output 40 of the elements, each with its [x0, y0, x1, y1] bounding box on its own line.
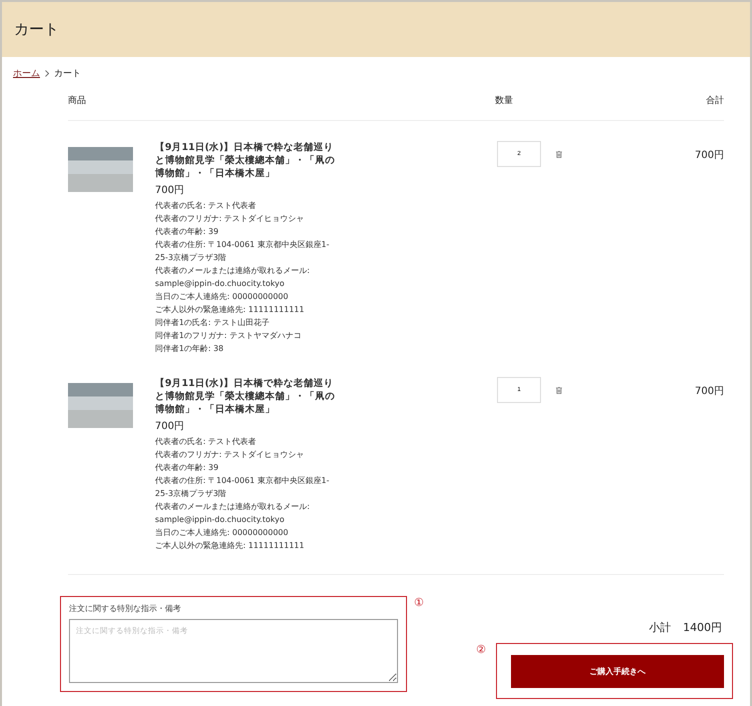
- subtotal-value: 1400円: [683, 620, 722, 635]
- annotation-marker: ①: [414, 596, 424, 611]
- product-detail: 代表者のフリガナ: テストダイヒョウシャ: [155, 213, 306, 225]
- trash-icon[interactable]: [556, 151, 562, 158]
- product-price: 700円: [155, 184, 186, 197]
- photo-placeholder: [68, 383, 133, 428]
- product-title: 【9月11日(水)】日本橋で粋な老舗巡りと博物館見学「榮太樓總本舗」・「凧の博物館」・「日本橋木屋」: [155, 141, 335, 180]
- photo-placeholder: [68, 147, 133, 192]
- page-title: カート: [14, 20, 59, 39]
- column-heading: 合計: [706, 94, 724, 106]
- product-detail: 代表者の住所: 〒104-0061 東京都中央区銀座1-25-3京橋プラザ3階: [155, 475, 330, 500]
- breadcrumb-current: カート: [54, 68, 81, 80]
- product-detail: 代表者の氏名: テスト代表者: [155, 436, 258, 448]
- product-detail: ご本人以外の緊急連絡先: 11111111111: [155, 540, 306, 552]
- product-detail: 当日のご本人連絡先: 00000000000: [155, 527, 290, 539]
- product-detail: 代表者の住所: 〒104-0061 東京都中央区銀座1-25-3京橋プラザ3階: [155, 239, 330, 264]
- breadcrumb-link[interactable]: ホーム: [13, 67, 40, 80]
- product-detail: 代表者の年齢: 39: [155, 226, 220, 238]
- product-detail: 代表者の氏名: テスト代表者: [155, 200, 258, 212]
- column-heading: 商品: [68, 94, 87, 106]
- product-detail: 代表者の年齢: 39: [155, 462, 220, 474]
- chevron-icon: [45, 70, 49, 77]
- annotation-marker: ②: [476, 643, 486, 656]
- product-detail: 代表者のメールまたは連絡が取れるメール: sample@ippin-do.chuocity.tokyo: [155, 265, 311, 290]
- product-price: 700円: [155, 420, 186, 433]
- checkout-button[interactable]: ご購入手続きへ: [511, 655, 724, 688]
- product-detail: 代表者のメールまたは連絡が取れるメール: sample@ippin-do.chuocity.tokyo: [155, 501, 311, 526]
- product-title: 【9月11日(水)】日本橋で粋な老舗巡りと博物館見学「榮太樓總本舗」・「凧の博物館」・「日本橋木屋」: [155, 377, 335, 416]
- product-detail: 同伴者1のフリガナ: テストヤマダハナコ: [155, 330, 302, 342]
- line-total: 700円: [694, 385, 724, 399]
- trash-icon[interactable]: [556, 387, 562, 394]
- product-detail: 同伴者1の年齢: 38: [155, 343, 225, 355]
- subtotal-label: 小計: [649, 620, 671, 635]
- product-detail: 代表者のフリガナ: テストダイヒョウシャ: [155, 449, 306, 461]
- line-total: 700円: [694, 149, 724, 163]
- column-heading: 数量: [495, 94, 513, 106]
- product-detail: 当日のご本人連絡先: 00000000000: [155, 291, 290, 303]
- note-label: 注文に関する特別な指示・備考: [69, 603, 182, 614]
- product-detail: ご本人以外の緊急連絡先: 11111111111: [155, 304, 306, 316]
- product-detail: 同伴者1の氏名: テスト山田花子: [155, 317, 270, 329]
